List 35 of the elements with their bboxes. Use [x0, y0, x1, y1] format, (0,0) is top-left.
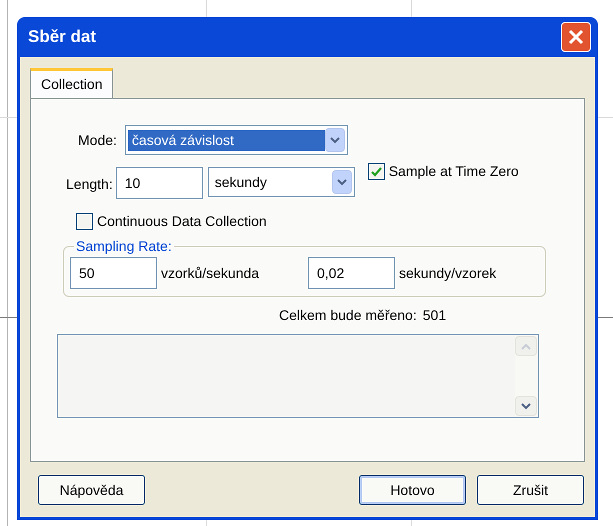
dropdown-value: časová závislost: [128, 130, 325, 150]
tab[interactable]: Collection: [30, 68, 114, 98]
text-area[interactable]: [57, 334, 539, 418]
dialog-button[interactable]: Hotovo: [359, 475, 466, 505]
scroll-down-button[interactable]: [515, 396, 537, 416]
group-legend: Sampling Rate:: [74, 236, 174, 257]
length-label: Length:: [65, 175, 113, 194]
total-value: 501: [422, 306, 446, 325]
total-label: Celkem bude měřeno:: [279, 306, 417, 325]
checkbox-label: Continuous Data Collection: [97, 212, 267, 231]
dropdown-arrow-button[interactable]: [332, 170, 352, 194]
rate-unit: vzorků/sekunda: [161, 264, 260, 282]
window-title: Sběr dat: [28, 26, 96, 48]
dropdown-value: sekundy: [214, 172, 268, 192]
dialog-button[interactable]: Nápověda: [38, 475, 145, 505]
mode-label: Mode:: [78, 130, 117, 150]
checkbox[interactable]: [76, 213, 93, 230]
dropdown[interactable]: sekundy: [208, 167, 355, 197]
dropdown-arrow-button[interactable]: [324, 128, 345, 152]
checkmark-icon: [370, 166, 382, 176]
text-field[interactable]: 0,02: [308, 257, 395, 289]
checkbox[interactable]: [368, 163, 385, 180]
text-field[interactable]: 10: [116, 167, 203, 199]
chevron-down-icon: [336, 178, 347, 186]
chevron-up-icon: [521, 342, 531, 350]
chevron-down-icon: [521, 402, 531, 410]
dialog-button[interactable]: Zrušit: [477, 475, 584, 505]
checkbox-label: Sample at Time Zero: [388, 162, 519, 181]
text-field[interactable]: 50: [70, 257, 157, 289]
chevron-down-icon: [330, 136, 340, 144]
interval-unit: sekundy/vzorek: [399, 264, 496, 283]
close-icon: [568, 29, 584, 45]
close-button[interactable]: [561, 22, 591, 52]
dropdown[interactable]: časová závislost: [124, 125, 348, 155]
scrollbar[interactable]: [515, 336, 537, 416]
